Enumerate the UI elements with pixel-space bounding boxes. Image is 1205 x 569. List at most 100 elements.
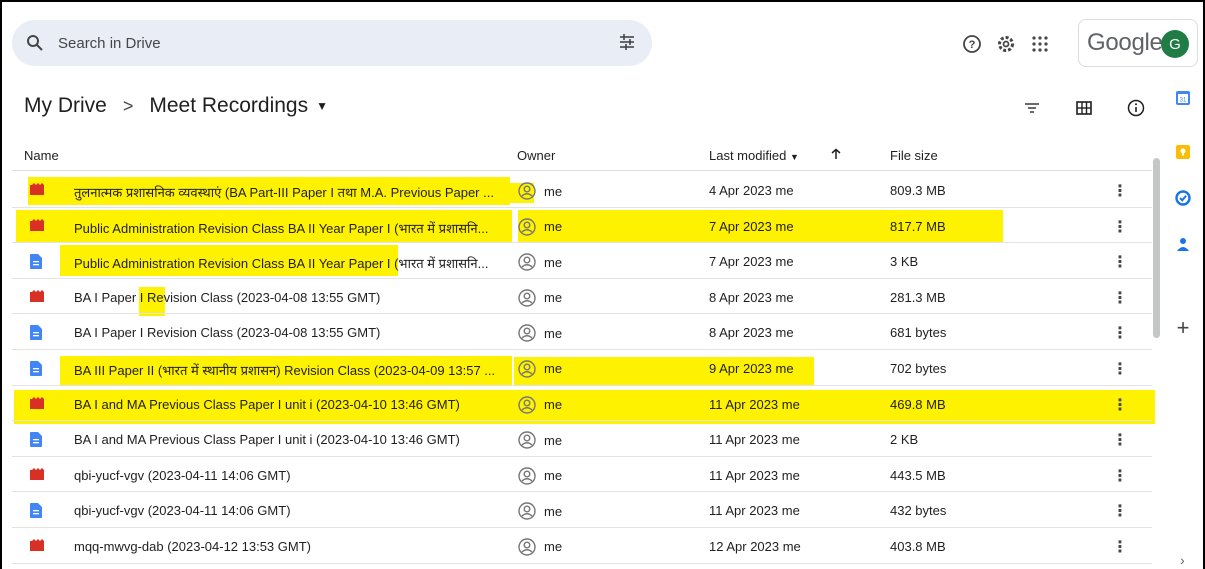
owner-label: me (544, 503, 563, 519)
more-actions-icon[interactable]: ⋮ (1112, 501, 1128, 521)
breadcrumb: My Drive > Meet Recordings ▼ (24, 94, 328, 118)
column-file-size[interactable]: File size (890, 148, 938, 163)
grid-view-icon[interactable] (1072, 96, 1096, 120)
doc-file-icon (30, 360, 44, 376)
tasks-icon[interactable] (1173, 188, 1193, 208)
file-modified: 11 Apr 2023 me (709, 432, 800, 448)
owner-label: me (544, 397, 563, 413)
file-name[interactable]: BA I Paper I Revision Class (2023-04-08 … (74, 290, 500, 305)
file-name[interactable]: BA I and MA Previous Class Paper I unit … (74, 397, 500, 412)
keep-icon[interactable] (1173, 142, 1193, 162)
column-last-modified-label[interactable]: Last modified (709, 148, 786, 163)
breadcrumb-root[interactable]: My Drive (24, 94, 107, 118)
more-actions-icon[interactable]: ⋮ (1112, 181, 1128, 201)
file-name[interactable]: mqq-mwvg-dab (2023-04-12 13:53 GMT) (74, 539, 500, 554)
file-size: 2 KB (890, 432, 919, 448)
apps-grid-icon[interactable] (1023, 30, 1057, 58)
file-modified: 12 Apr 2023 me (709, 538, 801, 554)
doc-file-icon (30, 432, 44, 448)
file-row[interactable]: BA III Paper II (भारत में स्थानीय प्रशास… (12, 350, 1152, 386)
owner-label: me (544, 468, 563, 484)
column-name[interactable]: Name (24, 148, 59, 163)
file-row[interactable]: BA I and MA Previous Class Paper I unit … (12, 386, 1152, 422)
file-name[interactable]: Public Administration Revision Class BA … (74, 254, 500, 272)
file-modified: 8 Apr 2023 me (709, 325, 794, 341)
file-owner: me (518, 217, 563, 236)
file-modified: 8 Apr 2023 me (709, 289, 794, 305)
chevron-down-icon[interactable]: ▼ (316, 99, 328, 113)
search-icon[interactable] (12, 34, 58, 52)
file-owner: me (518, 431, 562, 449)
owner-avatar-icon (518, 360, 536, 378)
more-actions-icon[interactable]: ⋮ (1112, 217, 1128, 237)
file-name[interactable]: तुलनात्मक प्रशासनिक व्यवस्थाएं (BA Part-… (74, 183, 500, 201)
avatar[interactable]: G (1161, 30, 1189, 58)
owner-avatar-icon (518, 289, 536, 307)
chevron-right-icon[interactable]: › (1180, 552, 1185, 568)
video-file-icon (30, 218, 44, 233)
column-last-modified[interactable]: Last modified ▼ (709, 148, 799, 163)
calendar-icon[interactable]: 31 (1173, 88, 1193, 108)
file-modified: 7 Apr 2023 me (709, 254, 794, 270)
file-name[interactable]: qbi-yucf-vgv (2023-04-11 14:06 GMT) (74, 503, 500, 518)
more-actions-icon[interactable]: ⋮ (1112, 288, 1128, 308)
sort-arrow-up-icon[interactable] (830, 148, 842, 163)
file-owner: me (518, 182, 562, 200)
window-top-border (0, 0, 1205, 9)
contacts-icon[interactable] (1173, 234, 1193, 254)
doc-file-icon (30, 325, 44, 341)
file-name[interactable]: BA I Paper I Revision Class (2023-04-08 … (74, 325, 500, 340)
search-bar[interactable]: Search in Drive (12, 20, 652, 66)
file-name[interactable]: BA I and MA Previous Class Paper I unit … (74, 432, 500, 447)
file-row[interactable]: BA I and MA Previous Class Paper I unit … (12, 421, 1152, 457)
more-actions-icon[interactable]: ⋮ (1112, 395, 1128, 415)
file-name[interactable]: Public Administration Revision Class BA … (74, 219, 500, 237)
file-row[interactable]: Public Administration Revision Class BA … (12, 243, 1152, 279)
scrollbar[interactable] (1153, 158, 1160, 338)
owner-label: me (544, 183, 563, 199)
file-row[interactable]: Public Administration Revision Class BA … (12, 208, 1152, 244)
file-row[interactable]: mqq-mwvg-dab (2023-04-12 13:53 GMT) me 12 … (12, 528, 1152, 564)
file-size: 809.3 MB (890, 183, 946, 198)
owner-label: me (544, 361, 563, 377)
search-options-icon[interactable] (618, 33, 636, 56)
owner-avatar-icon (518, 182, 536, 200)
more-actions-icon[interactable]: ⋮ (1112, 252, 1128, 272)
file-name[interactable]: BA III Paper II (भारत में स्थानीय प्रशास… (74, 361, 500, 379)
doc-file-icon (30, 254, 44, 270)
chevron-down-icon[interactable]: ▼ (790, 152, 799, 162)
doc-file-icon (30, 503, 44, 519)
video-file-icon (30, 396, 44, 411)
owner-avatar-icon (518, 395, 536, 414)
search-input[interactable]: Search in Drive (58, 35, 161, 52)
info-icon[interactable] (1124, 96, 1148, 120)
breadcrumb-current[interactable]: Meet Recordings (149, 94, 308, 118)
owner-label: me (544, 539, 563, 555)
more-actions-icon[interactable]: ⋮ (1112, 537, 1128, 557)
help-icon[interactable]: ? (955, 30, 989, 58)
video-file-icon (30, 538, 44, 553)
owner-label: me (544, 219, 563, 235)
owner-avatar-icon (518, 217, 536, 236)
settings-icon[interactable] (989, 30, 1023, 58)
file-size: 681 bytes (890, 325, 947, 341)
file-owner: me (518, 289, 562, 307)
more-actions-icon[interactable]: ⋮ (1112, 359, 1128, 379)
more-actions-icon[interactable]: ⋮ (1112, 323, 1128, 343)
more-actions-icon[interactable]: ⋮ (1112, 466, 1128, 486)
file-row[interactable]: qbi-yucf-vgv (2023-04-11 14:06 GMT) me 11 … (12, 457, 1152, 493)
owner-label: me (544, 290, 563, 306)
file-row[interactable]: BA I Paper I Revision Class (2023-04-08 … (12, 314, 1152, 350)
owner-label: me (544, 325, 563, 341)
add-icon[interactable]: + (1173, 315, 1193, 340)
account-switcher[interactable]: Google G (1078, 19, 1198, 67)
filter-icon[interactable] (1020, 96, 1044, 120)
file-size: 443.5 MB (890, 467, 946, 483)
file-row[interactable]: तुलनात्मक प्रशासनिक व्यवस्थाएं (BA Part-… (12, 172, 1152, 208)
file-row[interactable]: qbi-yucf-vgv (2023-04-11 14:06 GMT) me 11 … (12, 492, 1152, 528)
file-name[interactable]: qbi-yucf-vgv (2023-04-11 14:06 GMT) (74, 468, 500, 483)
column-owner[interactable]: Owner (517, 148, 555, 163)
owner-label: me (544, 254, 563, 270)
more-actions-icon[interactable]: ⋮ (1112, 430, 1128, 450)
file-row[interactable]: BA I Paper I Revision Class (2023-04-08 … (12, 279, 1152, 315)
